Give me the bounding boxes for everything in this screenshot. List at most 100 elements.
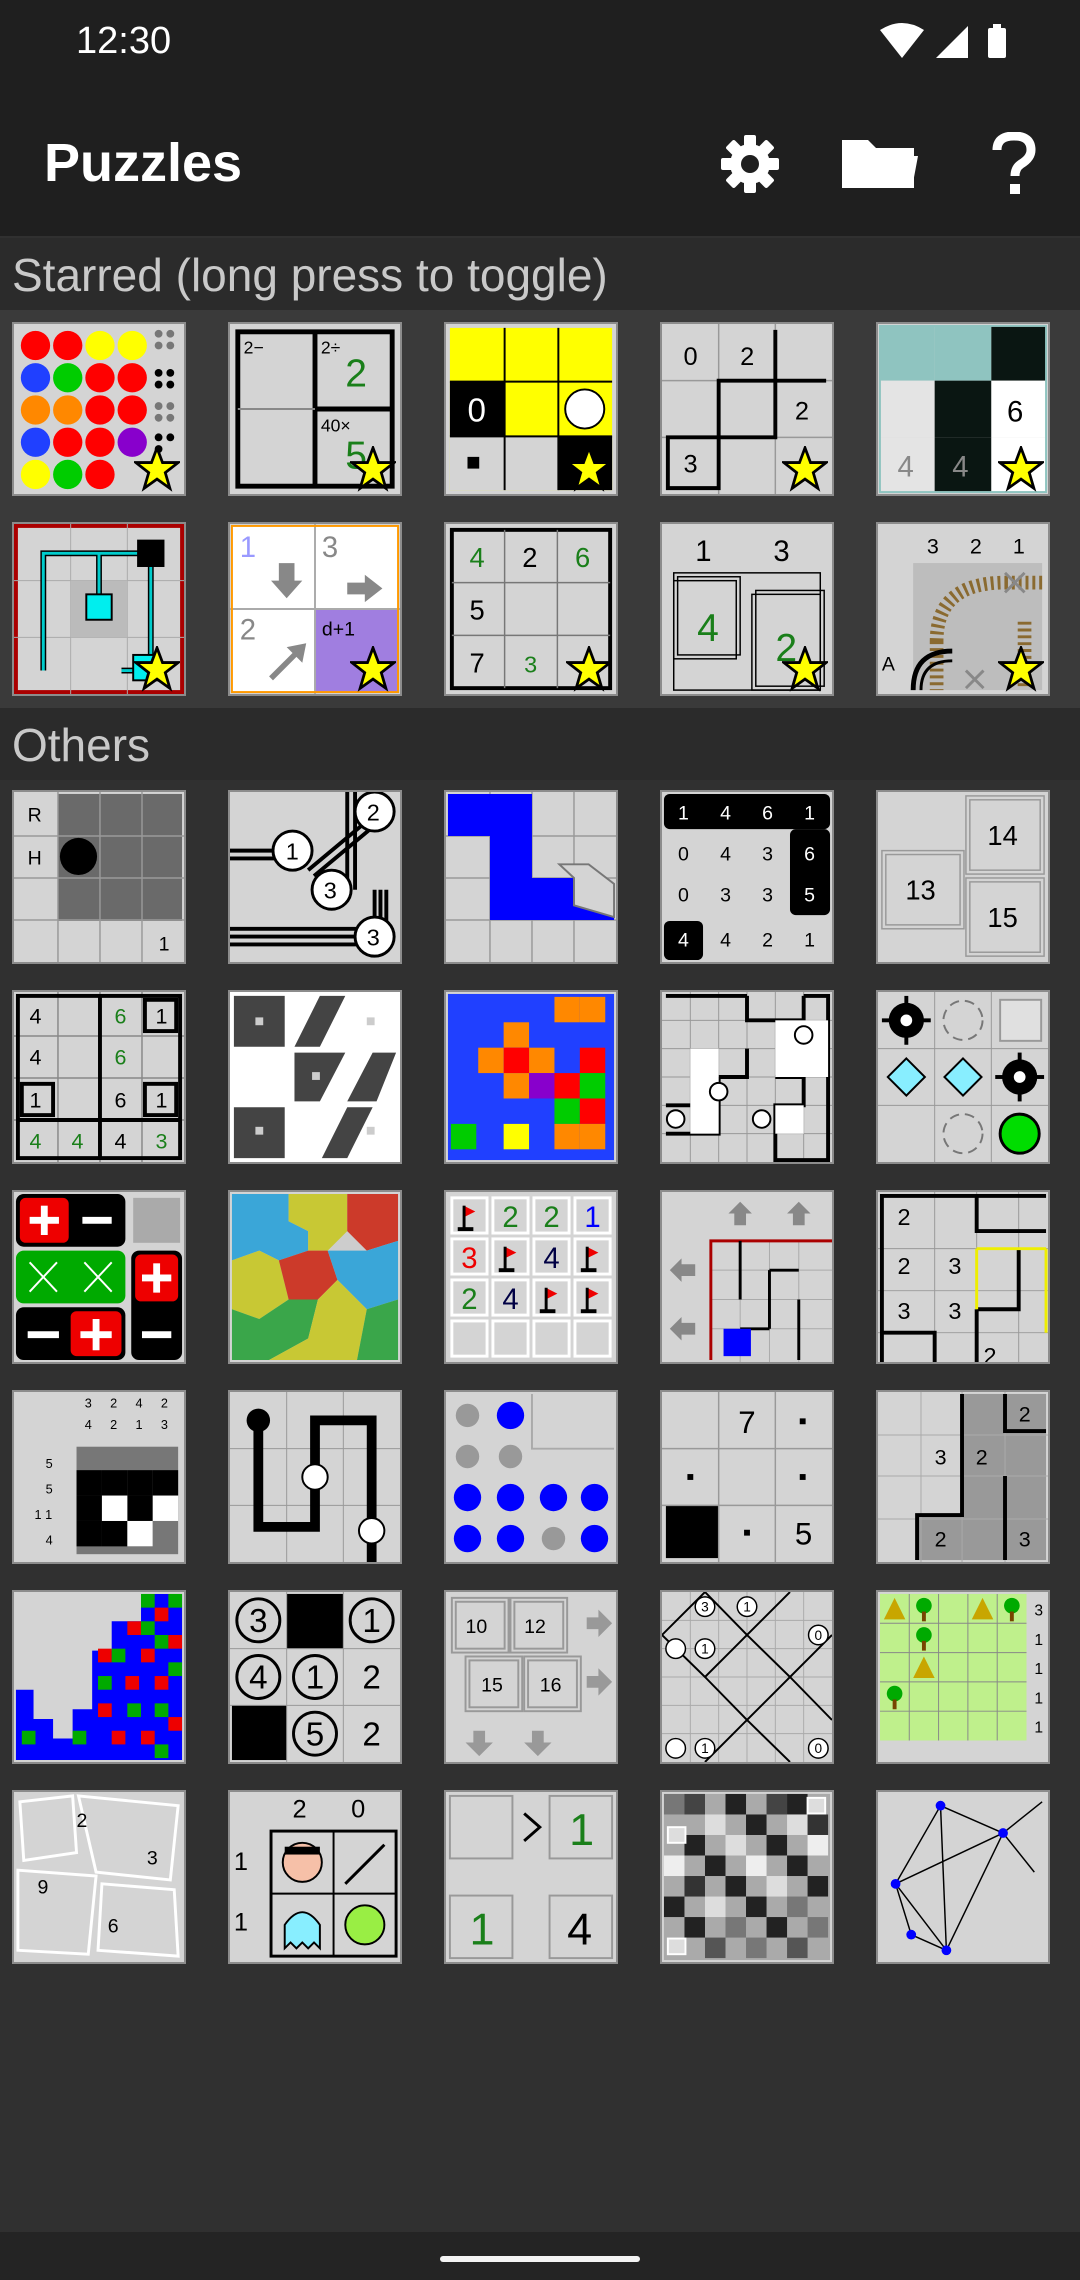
puzzle-tile-loop-line[interactable] [228,1390,402,1564]
cell-clue: 1 [286,838,299,864]
cell-value: 2 [362,1660,380,1697]
star-icon [566,446,612,492]
puzzle-tile-magnets[interactable] [12,1190,186,1364]
cell-value: 1 [678,802,689,824]
puzzle-tile-map-lights[interactable] [876,990,1050,1164]
cell-value: 4 [249,1660,267,1697]
home-gesture-handle[interactable] [440,2256,640,2262]
page-title: Puzzles [44,133,243,193]
row-clue: 1 [234,1909,248,1937]
puzzle-tile-keen[interactable]: 2− 2÷ 2 40× 5 [228,322,402,496]
cell-value: 4 [720,802,731,824]
cell-value: 4 [502,1283,518,1316]
cell-value: 1 [584,1201,600,1234]
col-clue: 4 [136,1397,143,1411]
status-bar: 12:30 [0,0,1080,88]
puzzle-tile-dominosa[interactable]: 2 3 2 2 3 [876,1390,1050,1564]
col-clue: 2 [161,1397,168,1411]
row-clue: 5 [46,1457,53,1471]
cell-value: 5 [795,1516,812,1551]
puzzle-tile-mosaic[interactable] [660,1790,834,1964]
puzzle-tile-filling[interactable]: 14 13 15 [876,790,1050,964]
puzzle-tile-loopy-nums[interactable]: 3 1 1 0 1 0 [660,1590,834,1764]
puzzle-tile-undead[interactable]: 2 0 1 1 [228,1790,402,1964]
cell-value: 2 [1019,1402,1031,1426]
help-icon [992,132,1036,194]
puzzle-tile-unequal[interactable]: 1 1 4 [444,1790,618,1964]
puzzle-tile-tetris-blocks[interactable] [12,1590,186,1764]
open-folder-button[interactable] [832,116,928,212]
row-clue: 1 1 [34,1508,52,1522]
puzzle-tile-unequal-tint[interactable]: 6 4 4 [876,322,1050,496]
cell-value: 4 [72,1129,84,1153]
puzzle-tile-lightup[interactable]: 0 [444,322,618,496]
cell-value: 4 [678,929,689,951]
cell-value: 2 [522,542,537,573]
puzzle-tile-bridges[interactable]: 2 1 3 3 [228,790,402,964]
starred-section-title: Starred (long press to toggle) [12,249,608,301]
star-icon [782,646,828,692]
puzzle-tile-sixteen[interactable]: 10 12 15 16 [444,1590,618,1764]
puzzle-tile-pattern[interactable]: 3 2 4 2 4 2 1 3 5 5 1 1 4 [12,1390,186,1564]
cell-value: 2 [762,929,773,951]
cell-value: 6 [804,843,815,865]
cell-value: 3 [948,1253,961,1279]
status-icons [880,22,1010,62]
puzzle-tile-slant[interactable]: 0 2 2 3 [660,322,834,496]
cell-value: 4 [543,1242,559,1275]
cell-clue: 3 [683,451,697,479]
cell-value: 9 [37,1877,48,1899]
cell-value: 3 [1019,1527,1031,1551]
puzzle-tile-towers[interactable]: 4 2 6 5 7 3 [444,522,618,696]
col-clue: 3 [161,1418,168,1432]
cell-value: 16 [540,1675,562,1697]
puzzle-tile-fifteen-blocks[interactable] [444,790,618,964]
cell-clue: 0 [467,393,485,430]
puzzle-tile-pegs[interactable]: R H 1 [12,790,186,964]
puzzle-tile-map[interactable] [228,1190,402,1364]
cell-clue: 2 [795,398,809,426]
puzzle-tile-magnets-grid[interactable]: 7 5 [660,1390,834,1564]
help-button[interactable] [966,116,1062,212]
cell-clue: 1 [159,933,170,955]
puzzle-tile-tracks[interactable]: 3 2 1 A [876,522,1050,696]
puzzle-tile-untangle[interactable] [876,1790,1050,1964]
puzzle-tile-range[interactable]: 1 4 6 1 0 4 3 6 0 3 3 5 4 4 2 1 [660,790,834,964]
cell-clue: 3 [701,1600,709,1615]
cell-value: 5 [469,595,484,626]
puzzle-tile-netslide[interactable] [12,522,186,696]
puzzle-tile-signpost[interactable]: 1 3 2 d+1 [228,522,402,696]
cell-value: 3 [898,1298,911,1324]
col-clue: 1 [136,1418,143,1432]
puzzle-tile-tents-trees[interactable]: 3 1 1 1 1 [876,1590,1050,1764]
cell-value: 10 [466,1616,488,1638]
cell-value: 1 [804,802,815,824]
star-icon [350,646,396,692]
puzzle-tile-cube-tiles[interactable]: 2 3 9 6 [12,1790,186,1964]
cell-clue: 3 [773,535,789,568]
puzzle-tile-palisade[interactable] [228,990,402,1164]
puzzle-tile-pearl-loop[interactable] [660,990,834,1164]
puzzle-tile-mines[interactable]: 2 2 1 3 4 2 4 [444,1190,618,1364]
puzzle-tile-tents[interactable]: 1 3 4 2 [660,522,834,696]
cell-value: 2 [976,1445,988,1469]
settings-button[interactable] [702,116,798,212]
cell-clue: d+1 [322,618,355,640]
row-clue: 1 [1034,1632,1043,1649]
row-clue: 1 [1034,1661,1043,1678]
cell-clue: 0 [683,343,697,371]
star-icon [782,446,828,492]
cell-value: 0 [678,884,689,906]
puzzle-tile-flood[interactable] [12,322,186,496]
puzzle-tile-samegame[interactable] [444,990,618,1164]
puzzle-tile-inertia[interactable] [660,1190,834,1364]
star-icon [134,446,180,492]
puzzle-tile-singles[interactable]: 2 2 3 3 3 2 [876,1190,1050,1364]
cell-value: 2 [362,1716,380,1753]
puzzle-tile-circles[interactable]: 3 1 4 1 2 5 2 [228,1590,402,1764]
cell-value: 4 [720,843,731,865]
row-clue: 3 [1034,1602,1043,1619]
puzzle-tile-unruly-grid[interactable]: 4 6 1 4 6 1 6 1 4 4 4 3 [12,990,186,1164]
puzzle-tile-pegs-solitaire[interactable] [444,1390,618,1564]
cell-value: 3 [524,652,537,678]
